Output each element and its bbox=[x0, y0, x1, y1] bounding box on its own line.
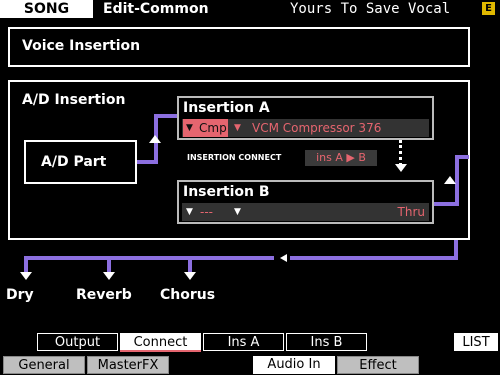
arrow-up-icon bbox=[444, 176, 456, 184]
arrow-left-icon bbox=[280, 254, 287, 262]
arrow-up-icon bbox=[149, 135, 161, 143]
dropdown-icon: ▼ bbox=[186, 123, 193, 133]
screen-title: Edit-Common bbox=[103, 1, 209, 17]
output-bus bbox=[290, 256, 457, 260]
arrow-down-icon bbox=[395, 164, 407, 172]
output-chorus-label: Chorus bbox=[160, 287, 216, 303]
output-reverb-label: Reverb bbox=[76, 287, 132, 303]
dry-connector bbox=[24, 256, 28, 272]
arrow-down-icon bbox=[184, 272, 196, 280]
ad-part-label: A/D Part bbox=[41, 154, 107, 170]
insertion-b-category[interactable]: --- bbox=[200, 203, 213, 221]
arrow-down-icon bbox=[20, 272, 32, 280]
insertion-connect-label: INSERTION CONNECT bbox=[187, 153, 282, 162]
connect-line bbox=[399, 140, 402, 166]
ad-insertion-label: A/D Insertion bbox=[22, 92, 126, 108]
output-bus bbox=[24, 256, 274, 260]
tab-ins-a[interactable]: Ins A bbox=[203, 333, 284, 351]
arrow-down-icon bbox=[103, 272, 115, 280]
insertion-b-box[interactable]: Insertion B ▼ --- ▼ Thru bbox=[177, 180, 434, 224]
tab-ins-b[interactable]: Ins B bbox=[286, 333, 367, 351]
insertion-b-title: Insertion B bbox=[183, 184, 270, 200]
output-bus bbox=[454, 240, 458, 260]
list-button[interactable]: LIST bbox=[454, 333, 498, 351]
tab-general[interactable]: General bbox=[3, 356, 85, 374]
insertion-a-title: Insertion A bbox=[183, 100, 270, 116]
insertion-a-row: ▼ Cmp ▼ VCM Compressor 376 bbox=[182, 119, 429, 137]
connector bbox=[154, 114, 179, 118]
voice-insertion-label: Voice Insertion bbox=[22, 38, 141, 54]
song-title: Yours To Save Vocal bbox=[290, 1, 451, 17]
insertion-connect-select[interactable]: ins A ▶ B bbox=[305, 150, 377, 166]
tab-audio-in[interactable]: Audio In bbox=[253, 356, 335, 374]
output-dry-label: Dry bbox=[6, 287, 34, 303]
dropdown-icon[interactable]: ▼ bbox=[186, 203, 193, 221]
reverb-connector bbox=[107, 256, 111, 272]
tab-connect-indicator bbox=[120, 350, 201, 352]
connector bbox=[455, 155, 469, 159]
insertion-a-box[interactable]: Insertion A ▼ Cmp ▼ VCM Compressor 376 bbox=[177, 96, 434, 140]
dropdown-icon[interactable]: ▼ bbox=[234, 203, 241, 221]
insertion-a-category: Cmp bbox=[199, 121, 227, 135]
dropdown-icon[interactable]: ▼ bbox=[234, 119, 241, 137]
insertion-a-category-select[interactable]: ▼ Cmp bbox=[183, 119, 228, 137]
tab-connect[interactable]: Connect bbox=[120, 333, 201, 351]
ad-part-box[interactable]: A/D Part bbox=[24, 140, 137, 184]
chorus-connector bbox=[188, 256, 192, 272]
voice-insertion-box[interactable]: Voice Insertion bbox=[8, 27, 470, 67]
tab-effect[interactable]: Effect bbox=[337, 356, 419, 374]
tab-output[interactable]: Output bbox=[37, 333, 118, 351]
insertion-b-effect[interactable]: Thru bbox=[398, 203, 425, 221]
edit-icon: E bbox=[482, 2, 495, 15]
mode-label: SONG bbox=[0, 0, 93, 18]
insertion-a-effect[interactable]: VCM Compressor 376 bbox=[252, 119, 381, 137]
tab-masterfx[interactable]: MasterFX bbox=[87, 356, 169, 374]
insertion-b-row: ▼ --- ▼ Thru bbox=[182, 203, 429, 221]
